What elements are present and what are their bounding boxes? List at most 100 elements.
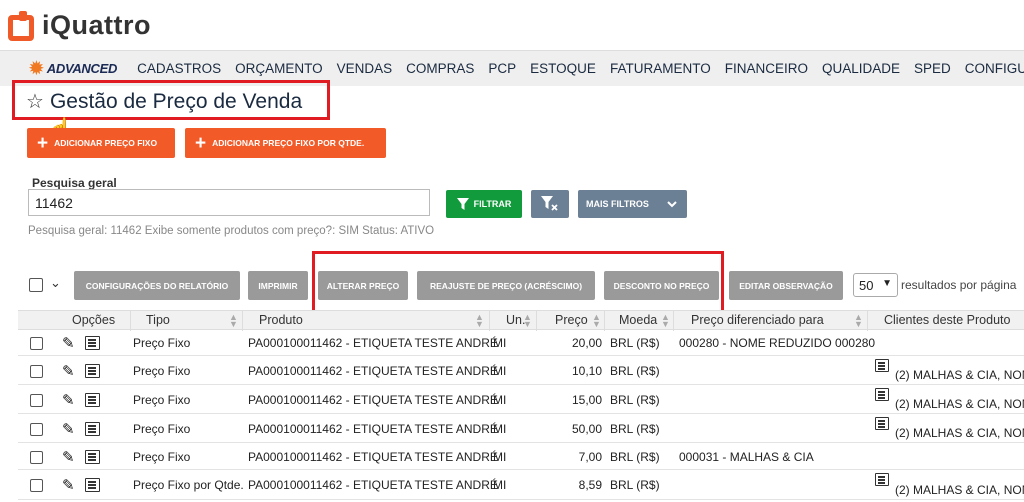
edit-pencil-icon[interactable]: ✎ [62,391,75,409]
menu-item[interactable]: FATURAMENTO [610,61,711,76]
cell-product: PA000100011462 - ETIQUETA TESTE ANDRÉ [248,478,498,492]
edit-pencil-icon[interactable]: ✎ [62,362,75,380]
table-row[interactable]: ✎ Preço Fixo PA000100011462 - ETIQUETA TES… [18,330,1024,356]
filter-button[interactable]: FILTRAR [446,190,522,218]
table-row[interactable]: ✎ Preço Fixo PA000100011462 - ETIQUETA TES… [18,356,1024,385]
edit-observation-button[interactable]: EDITAR OBSERVAÇÃO [729,271,843,300]
edit-pencil-icon[interactable]: ✎ [62,420,75,438]
cell-clients: (2) MALHAS & CIA, NOM [895,483,1024,497]
per-page-label: resultados por página [901,278,1017,292]
row-checkbox[interactable] [30,365,43,378]
chevron-down-icon[interactable]: ⌄ [50,275,61,291]
sort-icon[interactable]: ▲ ▼ [854,313,863,329]
row-checkbox[interactable] [30,394,43,407]
table-row[interactable]: ✎ Preço Fixo PA000100011462 - ETIQUETA TES… [18,385,1024,414]
cell-type: Preço Fixo [133,393,191,407]
cell-type: Preço Fixo [133,450,191,464]
column-header-differentiated[interactable]: Preço diferenciado para [691,313,824,327]
details-list-icon[interactable] [85,422,100,436]
table-row[interactable]: ✎ Preço Fixo PA000100011462 - ETIQUETA TES… [18,443,1024,470]
row-checkbox[interactable] [30,479,43,492]
clients-list-icon[interactable] [875,388,889,401]
plus-icon: + [37,132,49,154]
menu-item[interactable]: CONFIGURAÇ [965,61,1024,76]
edit-pencil-icon[interactable]: ✎ [62,476,75,494]
cell-unit: MI [493,364,507,378]
cell-clients: (2) MALHAS & CIA, NOM [895,426,1024,440]
row-checkbox[interactable] [30,451,43,464]
clear-filter-button[interactable] [531,190,569,218]
details-list-icon[interactable] [85,364,100,378]
add-fixed-price-qty-button[interactable]: + ADICIONAR PREÇO FIXO POR QTDE. [185,128,386,158]
select-all-checkbox[interactable] [29,278,43,292]
details-list-icon[interactable] [85,478,100,492]
table-row[interactable]: ✎ Preço Fixo PA000100011462 - ETIQUETA TES… [18,414,1024,443]
cell-unit: MI [493,336,507,350]
cell-product: PA000100011462 - ETIQUETA TESTE ANDRÉ [248,450,498,464]
menu-item[interactable]: CADASTROS [137,61,221,76]
more-filters-button[interactable]: MAIS FILTROS [578,190,687,218]
cell-price: 8,59 [578,478,602,492]
clients-list-icon[interactable] [875,359,889,372]
column-header-currency[interactable]: Moeda [619,313,657,327]
menu-item[interactable]: PCP [488,61,516,76]
cell-product: PA000100011462 - ETIQUETA TESTE ANDRÉ [248,364,498,378]
chevron-down-icon: ▼ [882,278,892,289]
cell-product: PA000100011462 - ETIQUETA TESTE ANDRÉ [248,422,498,436]
clear-filter-icon [541,196,558,211]
details-list-icon[interactable] [85,336,100,350]
sort-icon[interactable]: ▲ ▼ [523,313,532,329]
star-icon[interactable]: ☆ [26,89,44,114]
column-header-product[interactable]: Produto [259,313,303,327]
gear-icon: ✹ [28,57,45,80]
per-page-select[interactable]: 50 ▼ [853,273,898,297]
menu-item[interactable]: ESTOQUE [530,61,596,76]
cell-differentiated: 000280 - NOME REDUZIDO 000280 [679,336,876,350]
menu-item[interactable]: QUALIDADE [822,61,900,76]
edit-pencil-icon[interactable]: ✎ [62,334,75,352]
cell-unit: MI [493,393,507,407]
column-header-options: Opções [72,313,116,327]
cell-currency: BRL (R$) [610,364,660,378]
logo-icon [8,10,36,41]
filter-summary: Pesquisa geral: 11462 Exibe somente prod… [28,225,435,237]
print-button[interactable]: IMPRIMIR [248,271,308,300]
menu-item[interactable]: ORÇAMENTO [235,61,323,76]
cell-type: Preço Fixo [133,364,191,378]
row-checkbox[interactable] [30,423,43,436]
change-price-button[interactable]: ALTERAR PREÇO [318,271,408,300]
cell-type: Preço Fixo [133,336,191,350]
report-config-button[interactable]: CONFIGURAÇÕES DO RELATÓRIO [74,271,240,300]
search-input[interactable] [28,189,430,216]
table-header: Opções Tipo ▲ ▼ Produto ▲ ▼ Un. ▲ ▼ Preço ▲… [18,310,1024,331]
cell-currency: BRL (R$) [610,478,660,492]
menu-item[interactable]: VENDAS [337,61,393,76]
page-title-text: Gestão de Preço de Venda [49,89,303,113]
column-header-price[interactable]: Preço [555,313,588,327]
sort-icon[interactable]: ▲ ▼ [592,313,601,329]
edit-pencil-icon[interactable]: ✎ [62,448,75,466]
details-list-icon[interactable] [85,450,100,464]
cell-price: 7,00 [578,450,602,464]
cell-differentiated: 000031 - MALHAS & CIA [679,450,814,464]
app-logo[interactable]: iQuattro [8,10,151,41]
cell-product: PA000100011462 - ETIQUETA TESTE ANDRÉ [248,393,498,407]
menu-item[interactable]: SPED [914,61,951,76]
plus-icon: + [195,132,207,154]
add-fixed-price-button[interactable]: + ADICIONAR PREÇO FIXO [27,128,175,158]
clients-list-icon[interactable] [875,473,889,486]
row-checkbox[interactable] [30,337,43,350]
details-list-icon[interactable] [85,393,100,407]
clients-list-icon[interactable] [875,417,889,430]
sort-icon[interactable]: ▲ ▼ [475,313,484,329]
price-discount-button[interactable]: DESCONTO NO PREÇO [604,271,719,300]
cell-currency: BRL (R$) [610,393,660,407]
column-header-type[interactable]: Tipo [146,313,170,327]
menu-item[interactable]: FINANCEIRO [725,61,808,76]
sort-icon[interactable]: ▲ ▼ [661,313,670,329]
table-row[interactable]: ✎ Preço Fixo por Qtde. PA000100011462 - ET… [18,470,1024,500]
sort-icon[interactable]: ▲ ▼ [229,313,238,329]
menu-item[interactable]: COMPRAS [406,61,474,76]
cell-currency: BRL (R$) [610,336,660,350]
price-increase-button[interactable]: REAJUSTE DE PREÇO (ACRÉSCIMO) [417,271,595,300]
